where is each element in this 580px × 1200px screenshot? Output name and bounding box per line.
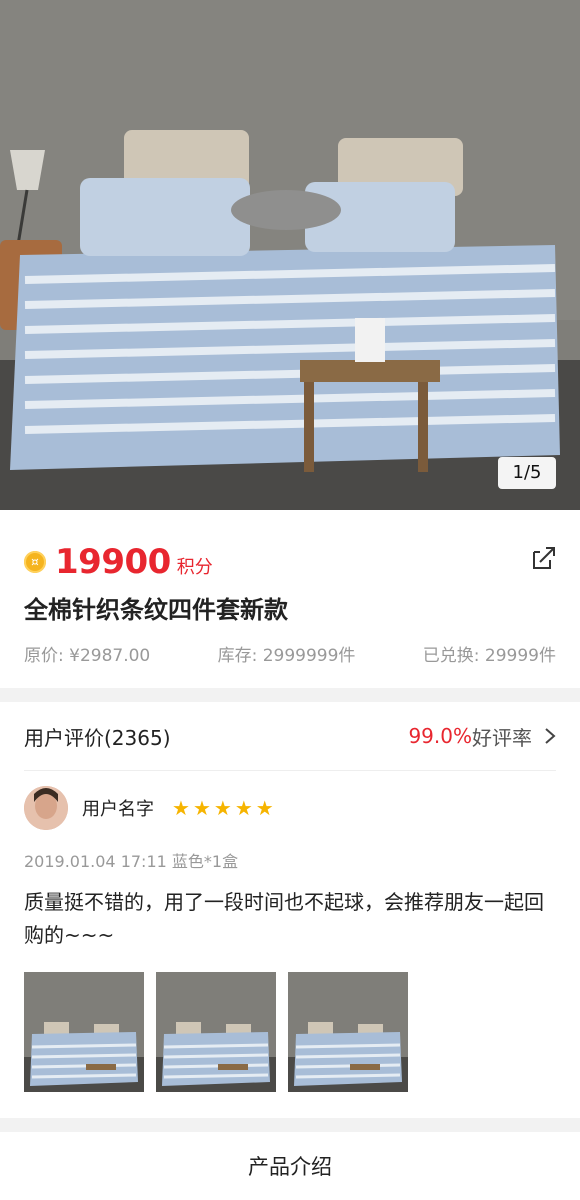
review-user: 用户名字 ★ ★ ★ ★ ★	[24, 786, 274, 830]
product-meta: 原价: ¥2987.00 库存: 2999999件 已兑换: 29999件	[24, 641, 556, 666]
review-images	[24, 972, 408, 1092]
reviews-title: 用户评价(2365)	[24, 725, 171, 750]
share-icon[interactable]	[528, 544, 558, 574]
review-image[interactable]	[156, 972, 276, 1092]
review-image[interactable]	[24, 972, 144, 1092]
points-unit: 积分	[176, 557, 213, 578]
coin-icon: ¤	[24, 551, 46, 573]
star-icon: ★	[213, 796, 232, 820]
star-icon: ★	[172, 796, 190, 820]
points-value: 19900	[55, 542, 171, 582]
review-text: 质量挺不错的，用了一段时间也不起球，会推荐朋友一起回购的~~~	[24, 890, 544, 947]
product-image-carousel[interactable]: 1/5	[0, 0, 580, 510]
points-price: ¤ 19900 积分	[24, 534, 213, 590]
positive-rate-label: 好评率	[472, 725, 532, 750]
product-title: 全棉针织条纹四件套新款	[24, 596, 288, 624]
review-image[interactable]	[288, 972, 408, 1092]
chevron-right-icon	[545, 728, 556, 744]
positive-rate: 99.0% 好评率	[408, 722, 556, 751]
avatar	[24, 786, 68, 830]
redeemed-count: 已兑换: 29999件	[422, 646, 556, 666]
reviews-section: 用户评价(2365) 99.0% 好评率 用户名字 ★ ★ ★ ★ ★ 2019…	[0, 702, 580, 1118]
review-username: 用户名字	[82, 799, 154, 820]
positive-rate-value: 99.0%	[408, 724, 472, 748]
star-rating: ★ ★ ★ ★ ★	[172, 796, 274, 820]
product-info-card: ¤ 19900 积分 全棉针织条纹四件套新款 原价: ¥2987.00 库存: …	[0, 510, 580, 688]
stock: 库存: 2999999件	[217, 646, 356, 666]
tab-product-intro[interactable]: 产品介绍	[0, 1132, 580, 1200]
star-icon: ★	[234, 796, 253, 820]
reviews-header[interactable]: 用户评价(2365) 99.0% 好评率	[24, 702, 556, 771]
product-intro-label: 产品介绍	[248, 1155, 332, 1179]
carousel-pager: 1/5	[498, 457, 556, 489]
review-meta: 2019.01.04 17:11 蓝色*1盒	[24, 852, 239, 871]
bed-photo	[0, 0, 580, 510]
star-icon: ★	[255, 796, 274, 820]
star-icon: ★	[192, 796, 211, 820]
original-price: 原价: ¥2987.00	[24, 646, 151, 666]
